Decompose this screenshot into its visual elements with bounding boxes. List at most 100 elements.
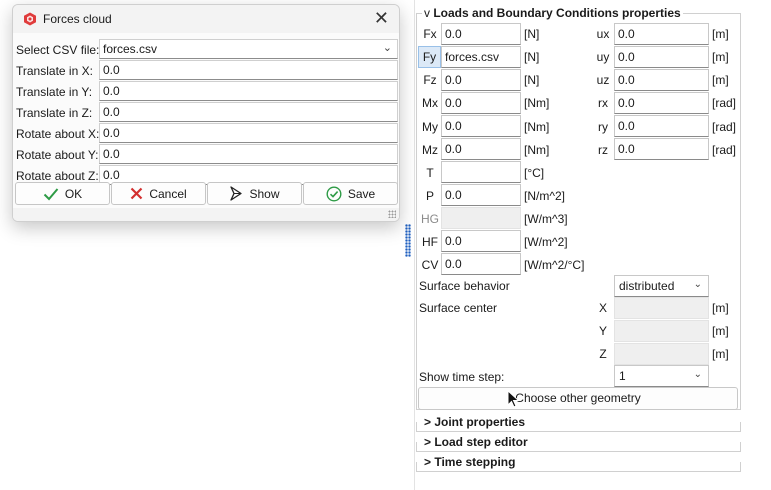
save-button[interactable]: Save	[303, 182, 398, 205]
translate-x-input[interactable]: 0.0	[99, 60, 398, 80]
csv-file-value: forces.csv	[103, 42, 158, 56]
rotate-y-input[interactable]: 0.0	[99, 144, 398, 164]
mz-label: Mz	[422, 143, 438, 157]
center-y-input	[614, 320, 709, 342]
center-z-input	[614, 343, 709, 365]
forces-cloud-dialog: Forces cloud ✕ Select CSV file: forces.c…	[12, 4, 400, 222]
uz-input[interactable]: 0.0	[614, 69, 709, 91]
mz-input[interactable]: 0.0	[441, 138, 521, 160]
rz-input[interactable]: 0.0	[614, 138, 709, 160]
time-step-select[interactable]: 1 ⌄	[614, 365, 709, 387]
translate-y-label: Translate in Y:	[16, 85, 93, 99]
ux-input[interactable]: 0.0	[614, 23, 709, 45]
mz-unit: [Nm]	[524, 143, 550, 157]
save-label: Save	[347, 186, 376, 201]
checkmark-icon	[43, 187, 59, 200]
cv-label: CV	[421, 258, 439, 272]
t-input[interactable]	[441, 161, 521, 183]
fy-load-button[interactable]: Fy	[418, 46, 441, 68]
ok-label: OK	[64, 186, 83, 201]
fz-label: Fz	[423, 73, 437, 87]
hf-input[interactable]: 0.0	[441, 230, 521, 252]
time-stepping-header[interactable]: > Time stepping	[422, 455, 518, 469]
rotate-y-label: Rotate about Y:	[16, 148, 99, 162]
mx-input[interactable]: 0.0	[441, 92, 521, 114]
dialog-titlebar[interactable]: Forces cloud ✕	[13, 5, 399, 33]
p-input[interactable]: 0.0	[441, 184, 521, 206]
save-check-circle-icon	[326, 185, 342, 202]
my-input[interactable]: 0.0	[441, 115, 521, 137]
ry-input[interactable]: 0.0	[614, 115, 709, 137]
fx-label: Fx	[423, 27, 437, 41]
csv-file-select[interactable]: forces.csv ⌄	[99, 39, 398, 59]
dialog-body: Select CSV file: forces.csv ⌄ Translate …	[13, 33, 399, 221]
resize-grip-icon[interactable]	[388, 210, 396, 218]
fz-unit: [N]	[524, 73, 540, 87]
rx-label: rx	[598, 96, 608, 110]
app-logo-icon	[24, 12, 36, 26]
center-x-unit: [m]	[712, 301, 729, 315]
rz-label: rz	[598, 143, 608, 157]
translate-z-input[interactable]: 0.0	[99, 102, 398, 122]
fz-input[interactable]: 0.0	[441, 69, 521, 91]
cv-input[interactable]: 0.0	[441, 253, 521, 275]
chevron-down-icon: ⌄	[382, 42, 392, 54]
rotate-x-label: Rotate about X:	[16, 127, 100, 141]
panel-divider	[414, 0, 415, 490]
center-z-unit: [m]	[712, 347, 729, 361]
fy-unit: [N]	[524, 50, 540, 64]
surface-behavior-label: Surface behavior	[419, 279, 510, 293]
t-label: T	[426, 166, 434, 180]
hg-input	[441, 207, 521, 229]
rx-unit: [rad]	[712, 96, 737, 110]
expand-chevron-icon: v	[424, 6, 430, 20]
ux-unit: [m]	[712, 27, 729, 41]
surface-center-label: Surface center	[419, 301, 498, 315]
ok-button[interactable]: OK	[15, 182, 110, 205]
hg-unit: [W/m^3]	[524, 212, 568, 226]
center-z-label: Z	[599, 347, 607, 361]
show-preview-icon	[230, 186, 243, 201]
rz-unit: [rad]	[712, 143, 737, 157]
splitter-handle[interactable]	[405, 224, 411, 257]
rx-input[interactable]: 0.0	[614, 92, 709, 114]
translate-z-label: Translate in Z:	[16, 106, 93, 120]
cancel-button[interactable]: Cancel	[111, 182, 206, 205]
cv-unit: [W/m^2/°C]	[524, 258, 585, 272]
center-x-label: X	[598, 301, 607, 315]
time-step-value: 1	[619, 369, 626, 383]
p-unit: [N/m^2]	[524, 189, 565, 203]
fx-input[interactable]: 0.0	[441, 23, 521, 45]
hf-unit: [W/m^2]	[524, 235, 568, 249]
dialog-statusbar	[13, 208, 399, 221]
uz-label: uz	[596, 73, 610, 87]
uz-unit: [m]	[712, 73, 729, 87]
fx-unit: [N]	[524, 27, 540, 41]
show-button[interactable]: Show	[207, 182, 302, 205]
mouse-pointer-icon	[507, 390, 520, 408]
uy-label: uy	[596, 50, 610, 64]
translate-x-label: Translate in X:	[16, 64, 93, 78]
load-step-editor-header[interactable]: > Load step editor	[422, 435, 530, 449]
p-label: P	[425, 189, 434, 203]
fy-input[interactable]: forces.csv	[441, 46, 521, 68]
mx-unit: [Nm]	[524, 96, 550, 110]
show-label: Show	[249, 186, 280, 201]
my-unit: [Nm]	[524, 120, 550, 134]
translate-y-input[interactable]: 0.0	[99, 81, 398, 101]
rotate-x-input[interactable]: 0.0	[99, 123, 398, 143]
choose-other-geometry-button[interactable]: Choose other geometry	[418, 387, 738, 410]
close-icon[interactable]: ✕	[374, 9, 389, 27]
surface-behavior-select[interactable]: distributed ⌄	[614, 275, 709, 297]
show-time-step-label: Show time step:	[419, 370, 505, 384]
mx-label: Mx	[422, 96, 438, 110]
center-x-input	[614, 297, 709, 319]
rotate-z-label: Rotate about Z:	[16, 169, 99, 183]
uy-input[interactable]: 0.0	[614, 46, 709, 68]
center-y-label: Y	[598, 324, 607, 338]
t-unit: [°C]	[524, 166, 545, 180]
ry-unit: [rad]	[712, 120, 737, 134]
joint-properties-header[interactable]: > Joint properties	[422, 415, 528, 429]
loads-group-header[interactable]: v Loads and Boundary Conditions properti…	[422, 6, 683, 20]
chevron-down-icon: ⌄	[693, 279, 702, 290]
